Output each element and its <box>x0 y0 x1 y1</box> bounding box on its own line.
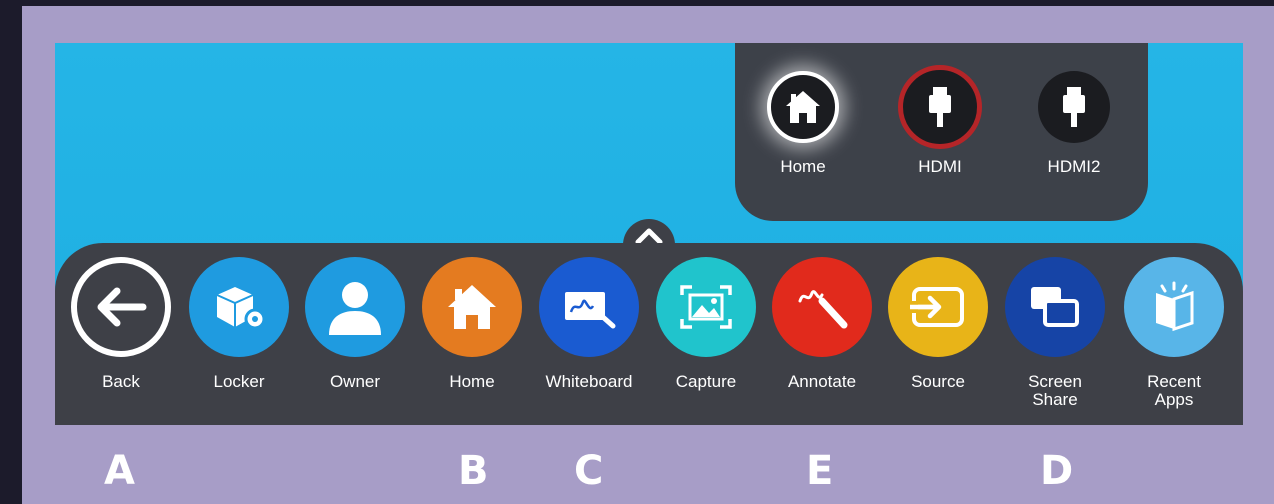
input-source-panel: Home HDMI HDMI2 <box>735 43 1148 221</box>
capture-icon <box>656 257 756 357</box>
source-label: HDMI2 <box>1047 157 1101 176</box>
dock-label: Capture <box>675 372 737 391</box>
house-icon <box>422 257 522 357</box>
recent-apps-button[interactable]: Recent Apps <box>1120 257 1228 409</box>
dock-label: Whiteboard <box>545 372 633 391</box>
dock-label: Screen Share <box>1001 373 1109 409</box>
owner-button[interactable]: Owner <box>301 257 409 391</box>
callout-letter-b: B <box>458 448 489 494</box>
dock-label-line: Screen <box>1028 372 1082 391</box>
input-source-icon <box>888 257 988 357</box>
dock-label-line: Recent <box>1147 372 1201 391</box>
screen-share-icon <box>1005 257 1105 357</box>
source-hdmi2-button[interactable]: HDMI2 <box>1026 71 1122 177</box>
capture-button[interactable]: Capture <box>652 257 760 391</box>
source-home-button[interactable]: Home <box>755 71 851 177</box>
arrow-left-icon <box>71 257 171 357</box>
source-button[interactable]: Source <box>884 257 992 391</box>
dock-label-line: Share <box>1032 390 1078 409</box>
callout-letter-a: A <box>104 448 135 494</box>
pen-icon <box>772 257 872 357</box>
display-screen: Home HDMI HDMI2 Back Locker Owner Home W… <box>55 43 1243 425</box>
back-button[interactable]: Back <box>67 257 175 391</box>
dock-label-line: Apps <box>1154 390 1194 409</box>
person-icon <box>305 257 405 357</box>
screen-share-button[interactable]: Screen Share <box>1001 257 1109 409</box>
book-icon <box>1124 257 1224 357</box>
dock-label: Annotate <box>787 372 857 391</box>
whiteboard-button[interactable]: Whiteboard <box>535 257 643 391</box>
source-hdmi-button[interactable]: HDMI <box>892 65 988 177</box>
locker-button[interactable]: Locker <box>185 257 293 391</box>
whiteboard-icon <box>539 257 639 357</box>
source-label: Home <box>780 157 826 176</box>
dock-label: Recent Apps <box>1120 373 1228 409</box>
callout-letter-c: C <box>574 448 604 494</box>
dock-label: Owner <box>329 372 381 391</box>
callout-letter-d: D <box>1040 448 1074 494</box>
house-icon <box>767 71 839 143</box>
dock-label: Locker <box>213 372 265 391</box>
hdmi-plug-icon <box>1038 71 1110 143</box>
callout-letter-e: E <box>806 448 834 494</box>
dock-label: Source <box>911 372 965 391</box>
dock-label: Home <box>449 372 495 391</box>
home-button[interactable]: Home <box>418 257 526 391</box>
source-label: HDMI <box>918 157 962 176</box>
locker-box-icon <box>189 257 289 357</box>
dock-label: Back <box>102 372 140 391</box>
hdmi-plug-icon <box>898 65 982 149</box>
annotate-button[interactable]: Annotate <box>768 257 876 391</box>
